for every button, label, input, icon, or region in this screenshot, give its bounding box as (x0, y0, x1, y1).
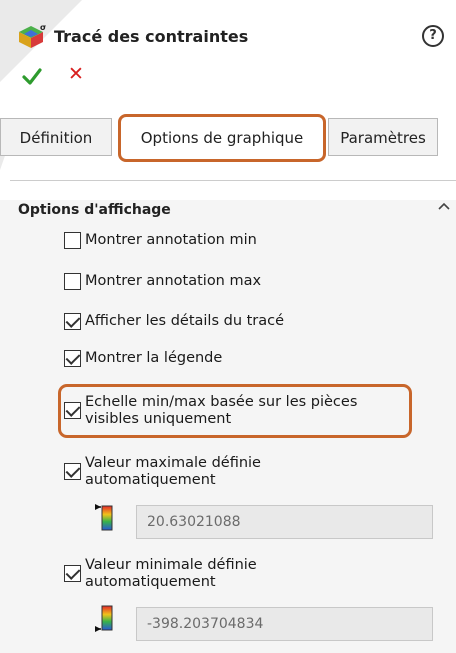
option-auto-max[interactable]: Valeur maximale définie automatiquement (64, 455, 261, 489)
checkmark-icon (22, 68, 42, 85)
legend-max-icon (94, 503, 116, 531)
max-value-field[interactable]: 20.63021088 (136, 505, 433, 539)
option-label-line2: automatiquement (85, 472, 216, 488)
tab-definition[interactable]: Définition (0, 118, 112, 156)
option-label: Montrer annotation max (85, 273, 262, 289)
option-label-line1: Valeur maximale définie (85, 455, 261, 471)
section-title: Options d'affichage (18, 202, 171, 218)
help-icon[interactable]: ? (422, 25, 444, 47)
legend-min-icon (94, 605, 116, 633)
divider (10, 180, 456, 181)
chevron-up-icon[interactable] (436, 198, 452, 214)
min-value-field[interactable]: -398.203704834 (136, 607, 433, 641)
title-row: σ Tracé des contraintes (16, 22, 248, 50)
checkbox[interactable] (64, 463, 81, 480)
option-label: Valeur minimale définie automatiquement (85, 557, 257, 591)
checkbox[interactable] (64, 402, 81, 419)
checkbox[interactable] (64, 565, 81, 582)
option-label-line1: Valeur minimale définie (85, 557, 257, 573)
tab-chart-options[interactable]: Options de graphique (118, 114, 326, 162)
checkbox[interactable] (64, 232, 81, 249)
option-label: Valeur maximale définie automatiquement (85, 455, 261, 489)
option-auto-min[interactable]: Valeur minimale définie automatiquement (64, 557, 257, 591)
ok-button[interactable] (21, 65, 43, 87)
checkbox[interactable] (64, 350, 81, 367)
option-show-legend[interactable]: Montrer la légende (64, 350, 222, 367)
svg-text:σ: σ (40, 23, 46, 32)
option-label-line1: Echelle min/max basée sur les pièces (85, 394, 358, 410)
checkbox[interactable] (64, 313, 81, 330)
checkbox[interactable] (64, 273, 81, 290)
option-label-line2: visibles uniquement (85, 411, 232, 427)
tab-parameters[interactable]: Paramètres (328, 118, 438, 156)
property-manager-panel: σ Tracé des contraintes ? ✕ Définition O… (0, 0, 456, 653)
option-plot-details[interactable]: Afficher les détails du tracé (64, 313, 284, 330)
option-label: Montrer annotation min (85, 232, 257, 248)
close-icon: ✕ (68, 63, 84, 85)
option-label: Montrer la légende (85, 350, 223, 366)
option-label-line2: automatiquement (85, 574, 216, 590)
option-label: Echelle min/max basée sur les pièces vis… (85, 394, 357, 428)
option-show-max-annotation[interactable]: Montrer annotation max (64, 273, 261, 290)
option-show-min-annotation[interactable]: Montrer annotation min (64, 232, 257, 249)
stress-plot-icon: σ (16, 22, 48, 50)
option-label: Afficher les détails du tracé (85, 313, 285, 329)
option-visible-parts-scale[interactable]: Echelle min/max basée sur les pièces vis… (64, 394, 357, 428)
cancel-button[interactable]: ✕ (65, 63, 87, 85)
panel-title: Tracé des contraintes (54, 26, 249, 46)
